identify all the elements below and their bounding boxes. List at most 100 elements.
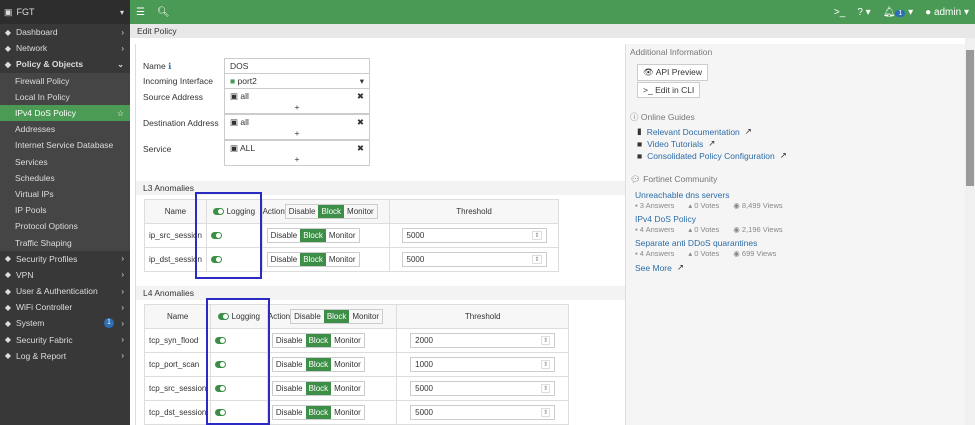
star-icon[interactable]: ☆ [117, 109, 124, 118]
sidebar-item-firewall-policy[interactable]: Firewall Policy [0, 72, 130, 89]
sidebar-item-addresses[interactable]: Addresses [0, 121, 130, 138]
disable-option[interactable]: Disable [273, 358, 306, 371]
device-selector[interactable]: ▣ FGT ▾ [0, 0, 130, 24]
action-toggle[interactable]: Disable Block Monitor [271, 381, 365, 396]
monitor-option[interactable]: Monitor [331, 334, 364, 347]
monitor-option[interactable]: Monitor [344, 205, 377, 218]
action-toggle[interactable]: Disable Block Monitor [266, 252, 360, 267]
community-post-link[interactable]: Separate anti DDoS quarantines [635, 238, 757, 248]
disable-option[interactable]: Disable [273, 334, 306, 347]
block-option[interactable]: Block [300, 229, 326, 242]
spinner-icon[interactable]: ⇕ [541, 408, 551, 417]
notifications-button[interactable]: 🔔︎ 1 ▾ [877, 7, 919, 18]
block-option[interactable]: Block [323, 310, 350, 323]
sidebar-item-ipv4-dos-policy[interactable]: IPv4 DoS Policy ☆ [0, 104, 130, 122]
sidebar-item-dashboard[interactable]: ◆ Dashboard › [0, 24, 130, 40]
spinner-icon[interactable]: ⇕ [541, 360, 551, 369]
threshold-input[interactable]: 5000 ⇕ [410, 405, 556, 420]
sidebar-item-vpn[interactable]: ◆ VPN › [0, 267, 130, 283]
add-button[interactable]: + [230, 154, 364, 164]
monitor-option[interactable]: Monitor [349, 310, 382, 323]
sidebar-item-security-fabric[interactable]: ◆ Security Fabric › [0, 332, 130, 348]
vpn-icon: ◆ [4, 270, 12, 280]
sidebar-item-network[interactable]: ◆ Network › [0, 40, 130, 56]
api-preview-button[interactable]: 👁︎ API Preview [637, 64, 708, 81]
destination-address-value: all [240, 117, 249, 127]
spinner-icon[interactable]: ⇕ [532, 231, 542, 240]
add-button[interactable]: + [230, 102, 364, 112]
menu-icon[interactable]: ☰ [130, 7, 151, 18]
action-toggle[interactable]: Disable Block Monitor [290, 309, 384, 324]
guide-link[interactable]: ▮ Relevant Documentation ↗ [637, 126, 752, 137]
sidebar-item-traffic-shaping[interactable]: Traffic Shaping [0, 234, 130, 251]
search-icon[interactable]: 🔍︎ [151, 7, 176, 18]
sidebar-item-ip-pools[interactable]: IP Pools [0, 202, 130, 219]
disable-option[interactable]: Disable [291, 310, 324, 323]
block-option[interactable]: Block [305, 382, 332, 395]
destination-address-field[interactable]: ▣ all ✖ + [224, 114, 370, 140]
action-toggle[interactable]: Disable Block Monitor [284, 204, 378, 219]
threshold-input[interactable]: 1000 ⇕ [410, 357, 556, 372]
sidebar-item-virtual-ips[interactable]: Virtual IPs [0, 185, 130, 203]
disable-option[interactable]: Disable [273, 382, 306, 395]
action-toggle[interactable]: Disable Block Monitor [271, 405, 365, 420]
add-button[interactable]: + [230, 128, 364, 138]
sidebar-item-protocol-options[interactable]: Protocol Options [0, 218, 130, 235]
remove-icon[interactable]: ✖ [357, 91, 364, 102]
spinner-icon[interactable]: ⇕ [532, 255, 542, 264]
sidebar-item-security-profiles[interactable]: ◆ Security Profiles › [0, 251, 130, 267]
monitor-option[interactable]: Monitor [331, 406, 364, 419]
block-option[interactable]: Block [300, 253, 326, 266]
disable-option[interactable]: Disable [268, 229, 301, 242]
community-post-link[interactable]: Unreachable dns servers [635, 190, 730, 200]
sidebar-item-policy-objects[interactable]: ◆ Policy & Objects ⌄ [0, 56, 130, 72]
block-option[interactable]: Block [318, 205, 345, 218]
threshold-input[interactable]: 5000 ⇕ [401, 228, 547, 243]
disable-option[interactable]: Disable [286, 205, 319, 218]
disable-option[interactable]: Disable [268, 253, 301, 266]
remove-icon[interactable]: ✖ [357, 117, 364, 128]
threshold-input[interactable]: 5000 ⇕ [401, 252, 547, 267]
sidebar-item-log-report[interactable]: ◆ Log & Report › [0, 348, 130, 364]
video-icon: ■ [637, 150, 643, 161]
sidebar-item-system[interactable]: ◆ System 1 › [0, 315, 130, 331]
edit-in-cli-button[interactable]: >_ Edit in CLI [637, 82, 701, 98]
threshold-input[interactable]: 2000 ⇕ [410, 333, 556, 348]
monitor-option[interactable]: Monitor [326, 253, 359, 266]
sidebar-item-internet-service-database[interactable]: Internet Service Database [0, 137, 130, 154]
action-toggle[interactable]: Disable Block Monitor [271, 357, 365, 372]
remove-icon[interactable]: ✖ [357, 143, 364, 154]
monitor-option[interactable]: Monitor [331, 358, 364, 371]
name-input[interactable]: DOS [224, 58, 370, 74]
scrollbar-thumb[interactable] [966, 50, 974, 186]
user-menu[interactable]: ● admin ▾ [919, 7, 975, 18]
sidebar-item-local-in-policy[interactable]: Local In Policy [0, 88, 130, 105]
sidebar-item-label: WiFi Controller [16, 302, 73, 313]
help-icon[interactable]: ? ▾ [851, 7, 876, 18]
guide-link[interactable]: ■ Video Tutorials ↗ [637, 138, 715, 149]
threshold-input[interactable]: 5000 ⇕ [410, 381, 556, 396]
sidebar-item-services[interactable]: Services [0, 153, 130, 170]
monitor-option[interactable]: Monitor [331, 382, 364, 395]
service-label: Service [143, 144, 172, 154]
cli-icon[interactable]: >_ [828, 7, 851, 18]
see-more-link[interactable]: See More ↗ [635, 262, 684, 273]
block-option[interactable]: Block [305, 358, 332, 371]
block-option[interactable]: Block [305, 406, 332, 419]
guide-link[interactable]: ■ Consolidated Policy Configuration ↗ [637, 150, 787, 161]
action-toggle[interactable]: Disable Block Monitor [271, 333, 365, 348]
sidebar-item-user-authentication[interactable]: ◆ User & Authentication › [0, 283, 130, 299]
sidebar-item-wifi-controller[interactable]: ◆ WiFi Controller › [0, 299, 130, 315]
device-icon: ▣ [4, 6, 13, 17]
disable-option[interactable]: Disable [273, 406, 306, 419]
community-post-link[interactable]: IPv4 DoS Policy [635, 214, 696, 224]
monitor-option[interactable]: Monitor [326, 229, 359, 242]
spinner-icon[interactable]: ⇕ [541, 384, 551, 393]
service-field[interactable]: ▣ ALL ✖ + [224, 140, 370, 166]
block-option[interactable]: Block [305, 334, 332, 347]
source-address-field[interactable]: ▣ all ✖ + [224, 88, 370, 114]
action-toggle[interactable]: Disable Block Monitor [266, 228, 360, 243]
sidebar-item-schedules[interactable]: Schedules [0, 169, 130, 186]
sidebar-item-label: Security Profiles [16, 253, 78, 264]
spinner-icon[interactable]: ⇕ [541, 336, 551, 345]
